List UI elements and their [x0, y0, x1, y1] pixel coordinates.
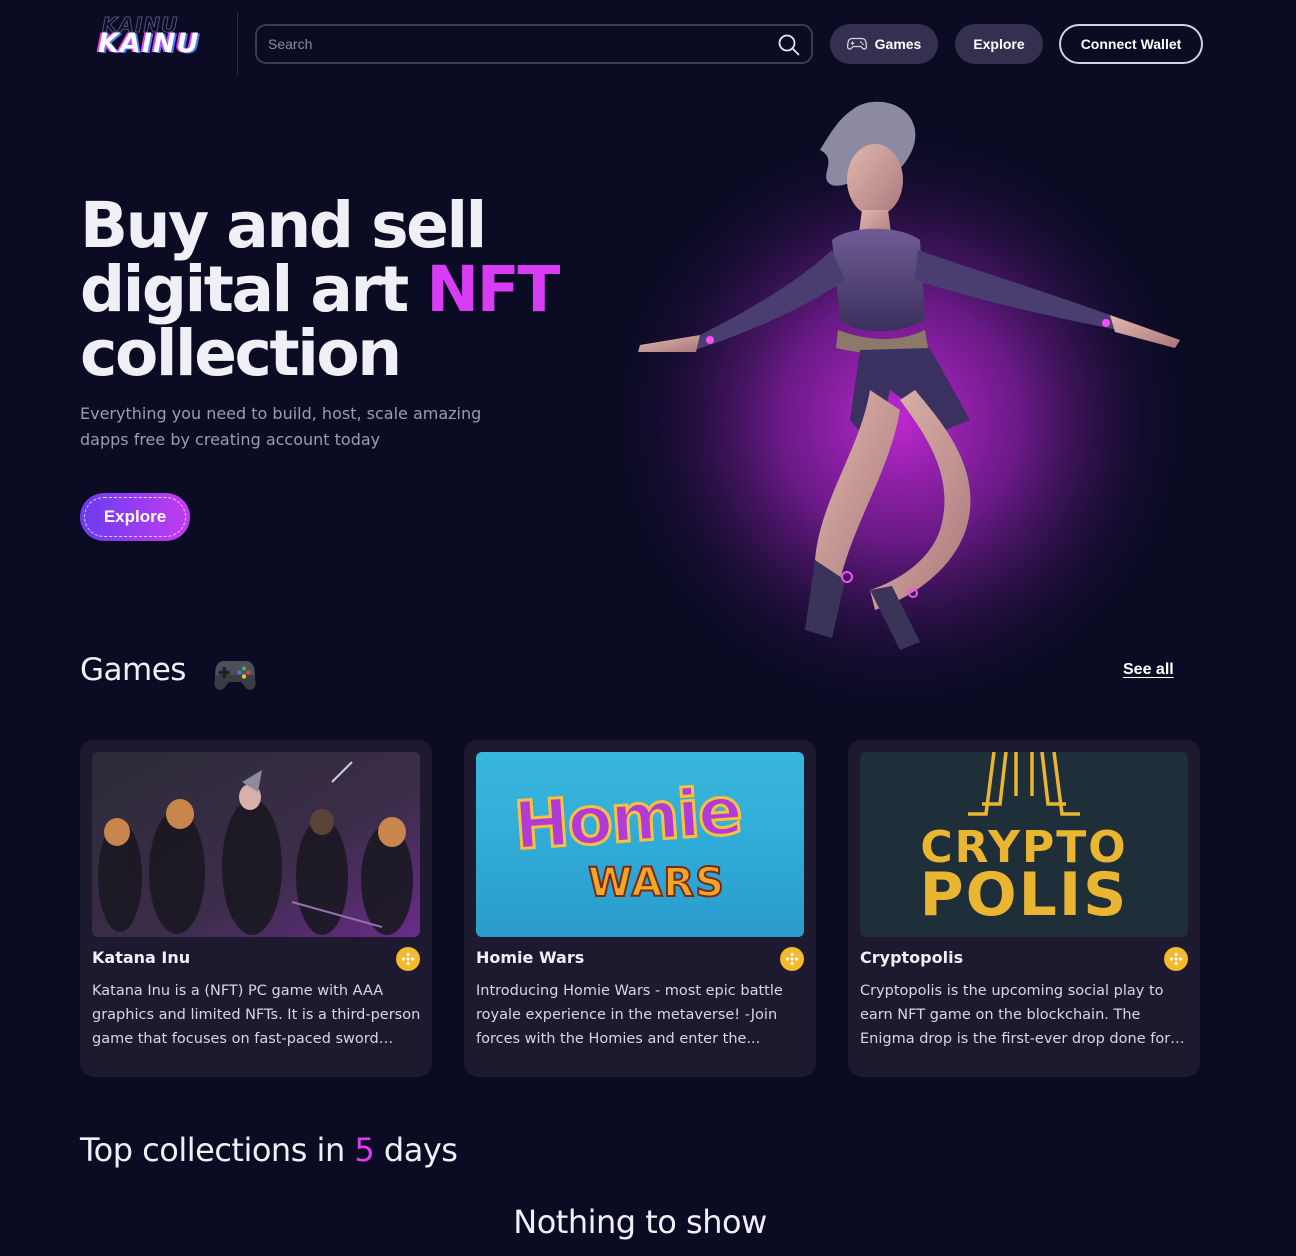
top-collections-days: 5 [354, 1131, 375, 1169]
cryptopolis-image: CRYPTO POLIS [860, 752, 1188, 937]
nav-games-button[interactable]: Games [830, 24, 938, 64]
hero-title: Buy and sell digital art NFT collection [80, 189, 560, 390]
bnb-chain-icon [1164, 947, 1188, 971]
cryptopolis-emblem [968, 752, 1080, 816]
see-all-link[interactable]: See all [1123, 661, 1174, 679]
game-card-description: Cryptopolis is the upcoming social play … [860, 983, 1171, 1047]
empty-state-message: Nothing to show [513, 1203, 767, 1241]
kainu-logo[interactable]: KAINU KAINU [98, 13, 222, 64]
top-nav-bar: KAINU KAINU Games Explore Connect Wallet [0, 0, 1296, 90]
bnb-chain-icon [780, 947, 804, 971]
gamepad-icon [846, 37, 867, 50]
connect-wallet-label: Connect Wallet [1080, 36, 1182, 52]
search-box[interactable] [255, 24, 813, 64]
nav-explore-label: Explore [973, 36, 1025, 52]
game-card-title: Homie Wars [476, 948, 585, 967]
search-input[interactable] [268, 34, 748, 54]
hero-explore-button[interactable]: Explore [80, 493, 190, 541]
games-section-title: Games [80, 652, 186, 688]
game-card-homie-wars[interactable]: Homie WARS Homie Wars Introducing Homie … [464, 740, 816, 1077]
logo-text: KAINU [98, 28, 200, 59]
header-divider [237, 12, 238, 75]
gamepad-icon [214, 661, 256, 690]
nav-games-label: Games [874, 36, 922, 52]
connect-wallet-button[interactable]: Connect Wallet [1059, 24, 1203, 64]
nav-explore-button[interactable]: Explore [955, 24, 1043, 64]
game-card-description: Katana Inu is a (NFT) PC game with AAA g… [92, 983, 421, 1047]
bnb-chain-icon [396, 947, 420, 971]
hero-explore-label: Explore [103, 507, 167, 526]
game-card-title: Katana Inu [92, 948, 191, 967]
hero-character-image [600, 101, 1200, 720]
game-card-description: Introducing Homie Wars - most epic battl… [476, 983, 783, 1047]
game-card-title: Cryptopolis [860, 948, 964, 967]
katana-inu-image [92, 752, 420, 937]
hero-subtitle: Everything you need to build, host, scal… [80, 404, 482, 449]
search-icon[interactable] [777, 33, 801, 57]
game-card-katana-inu[interactable]: Katana Inu Katana Inu is a (NFT) PC game… [80, 740, 432, 1077]
homie-wars-image: Homie WARS [476, 752, 804, 937]
game-card-cryptopolis[interactable]: CRYPTO POLIS Cryptopolis Cryptopolis is … [848, 740, 1200, 1077]
hero-title-accent: NFT [426, 253, 560, 326]
top-collections-title: Top collections in 5 days [80, 1131, 458, 1169]
